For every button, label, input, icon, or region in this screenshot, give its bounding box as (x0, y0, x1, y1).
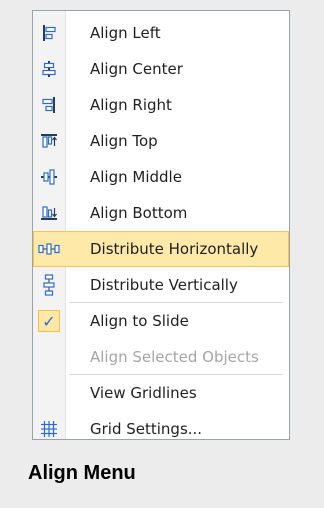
grid-icon (33, 411, 65, 447)
menu-item-align-center[interactable]: Align Center (33, 51, 289, 87)
check-glyph: ✓ (38, 310, 60, 332)
distribute-horizontally-icon (33, 231, 65, 267)
menu-item-distribute-horizontally[interactable]: Distribute Horizontally (33, 231, 289, 267)
checkmark-icon: ✓ (33, 303, 65, 339)
menu-item-distribute-vertically[interactable]: Distribute Vertically (33, 267, 289, 303)
figure-caption: Align Menu (28, 462, 136, 484)
menu-item-grid-settings[interactable]: Grid Settings... (33, 411, 289, 447)
menu-item-label: Distribute Vertically (90, 276, 238, 294)
distribute-vertically-icon (33, 267, 65, 303)
menu-item-label: Align to Slide (90, 312, 189, 330)
menu-item-align-selected-objects: Align Selected Objects (33, 339, 289, 375)
menu-item-label: Distribute Horizontally (90, 240, 259, 258)
align-right-icon (33, 87, 65, 123)
menu-item-label: View Gridlines (90, 384, 197, 402)
align-left-icon (33, 15, 65, 51)
align-center-icon (33, 51, 65, 87)
menu-item-align-bottom[interactable]: Align Bottom (33, 195, 289, 231)
align-bottom-icon (33, 195, 65, 231)
menu-item-label: Align Bottom (90, 204, 188, 222)
menu-item-align-top[interactable]: Align Top (33, 123, 289, 159)
menu-item-align-right[interactable]: Align Right (33, 87, 289, 123)
align-middle-icon (33, 159, 65, 195)
menu-item-label: Align Top (90, 132, 158, 150)
menu-item-align-middle[interactable]: Align Middle (33, 159, 289, 195)
menu-items: Align Left Align Center Align Right Alig… (33, 15, 289, 447)
menu-item-label: Align Center (90, 60, 183, 78)
align-dropdown-menu: Align Left Align Center Align Right Alig… (32, 10, 290, 440)
align-top-icon (33, 123, 65, 159)
menu-item-label: Align Selected Objects (90, 348, 259, 366)
menu-item-label: Grid Settings... (90, 420, 203, 438)
menu-item-label: Align Middle (90, 168, 182, 186)
menu-item-label: Align Left (90, 24, 161, 42)
menu-item-view-gridlines[interactable]: View Gridlines (33, 375, 289, 411)
menu-item-label: Align Right (90, 96, 172, 114)
menu-item-align-left[interactable]: Align Left (33, 15, 289, 51)
menu-item-align-to-slide[interactable]: ✓ Align to Slide (33, 303, 289, 339)
